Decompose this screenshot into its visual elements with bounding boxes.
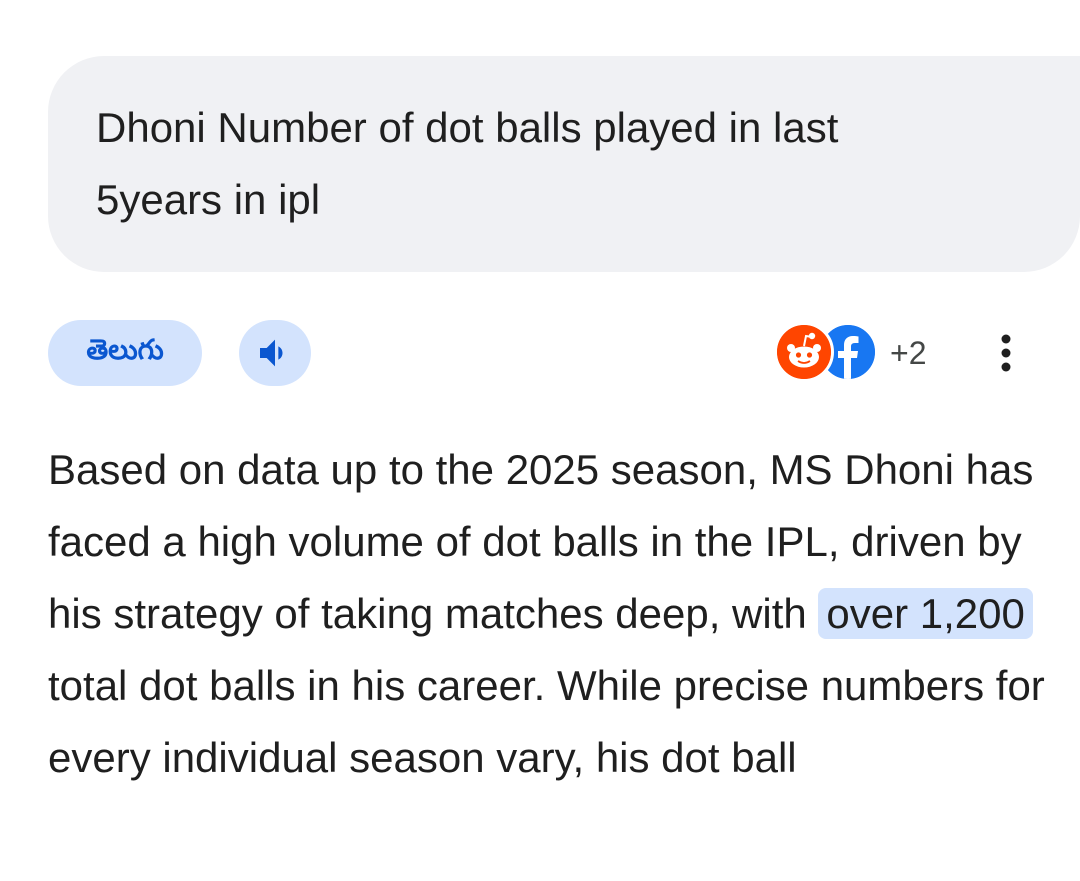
answer-highlight[interactable]: over 1,200: [818, 588, 1033, 639]
query-line-1: Dhoni Number of dot balls played in last: [96, 104, 839, 151]
sources-button[interactable]: +2: [774, 320, 944, 386]
more-vert-icon: [1001, 334, 1011, 372]
volume-up-icon: [260, 339, 283, 367]
user-query-text: Dhoni Number of dot balls played in last…: [96, 92, 996, 236]
read-aloud-button[interactable]: [239, 320, 311, 386]
reddit-icon: [774, 322, 834, 382]
answer-paragraph: Based on data up to the 2025 season, MS …: [48, 434, 1048, 794]
user-query-bubble: Dhoni Number of dot balls played in last…: [48, 56, 1080, 272]
more-sources-count: +2: [890, 335, 927, 371]
more-options-button[interactable]: [986, 320, 1026, 386]
answer-text-end: total dot balls in his career. While pre…: [48, 662, 1045, 781]
query-line-2: 5years in ipl: [96, 176, 321, 223]
translate-language-chip[interactable]: తెలుగు: [48, 320, 202, 386]
response-action-row: తెలుగు +2: [48, 320, 1032, 386]
